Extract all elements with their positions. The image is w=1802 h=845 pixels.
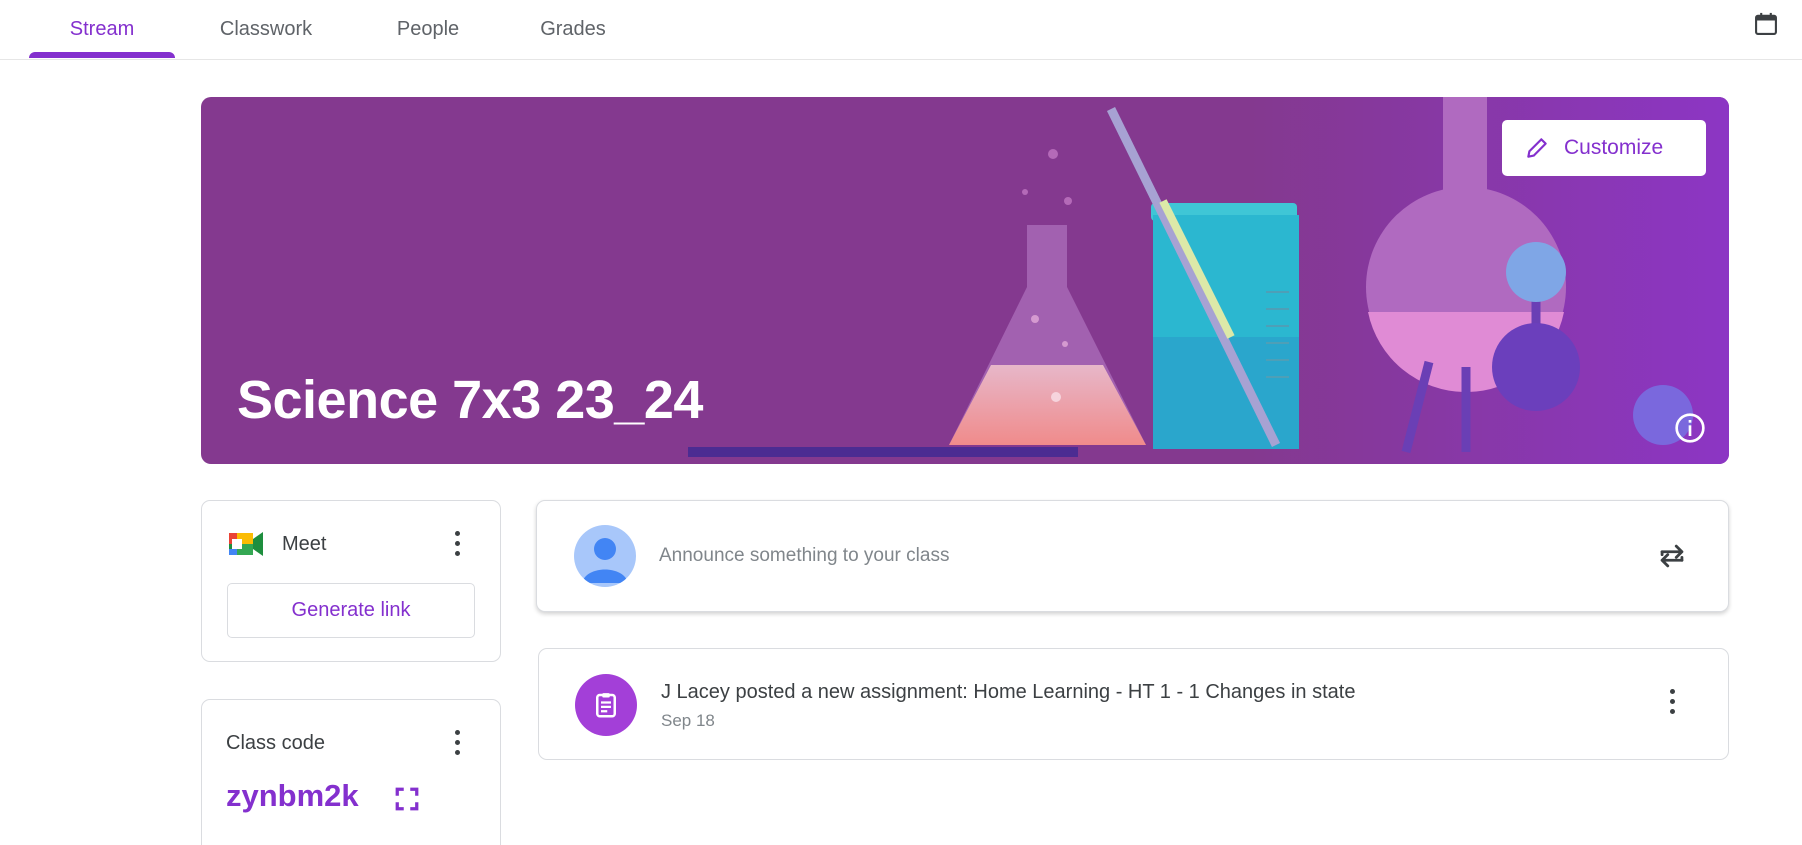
- tab-classwork[interactable]: Classwork: [198, 0, 334, 58]
- pencil-icon: [1527, 138, 1547, 158]
- announce-box[interactable]: Announce something to your class: [536, 500, 1729, 612]
- customize-label: Customize: [1564, 136, 1664, 159]
- repost-icon[interactable]: [1655, 539, 1689, 573]
- class-code-label: Class code: [226, 732, 325, 754]
- fullscreen-icon[interactable]: [394, 786, 420, 812]
- avatar: [574, 525, 636, 587]
- meet-card: Meet Generate link: [201, 500, 501, 662]
- meet-label: Meet: [282, 533, 327, 555]
- active-tab-indicator: [29, 52, 175, 58]
- meet-more-options-icon[interactable]: [452, 531, 462, 561]
- class-banner: Science 7x3 23_24 Customize: [201, 97, 1729, 464]
- tab-people[interactable]: People: [378, 0, 478, 58]
- class-title: Science 7x3 23_24: [237, 370, 703, 430]
- post-title[interactable]: J Lacey posted a new assignment: Home Le…: [661, 681, 1355, 704]
- tab-grades[interactable]: Grades: [523, 0, 623, 58]
- class-code-more-options-icon[interactable]: [452, 730, 462, 760]
- google-meet-icon: [229, 532, 263, 556]
- tab-stream[interactable]: Stream: [29, 0, 175, 58]
- assignment-icon: [575, 674, 637, 736]
- stream-post[interactable]: J Lacey posted a new assignment: Home Le…: [538, 648, 1729, 760]
- class-code-card: Class code zynbm2k: [201, 699, 501, 845]
- info-icon[interactable]: [1674, 412, 1706, 444]
- post-date: Sep 18: [661, 711, 715, 730]
- class-nav-bar: Stream Classwork People Grades: [0, 0, 1802, 60]
- calendar-icon[interactable]: [1752, 10, 1780, 38]
- class-code-value: zynbm2k: [226, 778, 359, 813]
- post-more-options-icon[interactable]: [1667, 689, 1677, 719]
- announce-input[interactable]: Announce something to your class: [659, 545, 949, 567]
- generate-link-button[interactable]: Generate link: [227, 583, 475, 638]
- customize-button[interactable]: Customize: [1502, 120, 1706, 176]
